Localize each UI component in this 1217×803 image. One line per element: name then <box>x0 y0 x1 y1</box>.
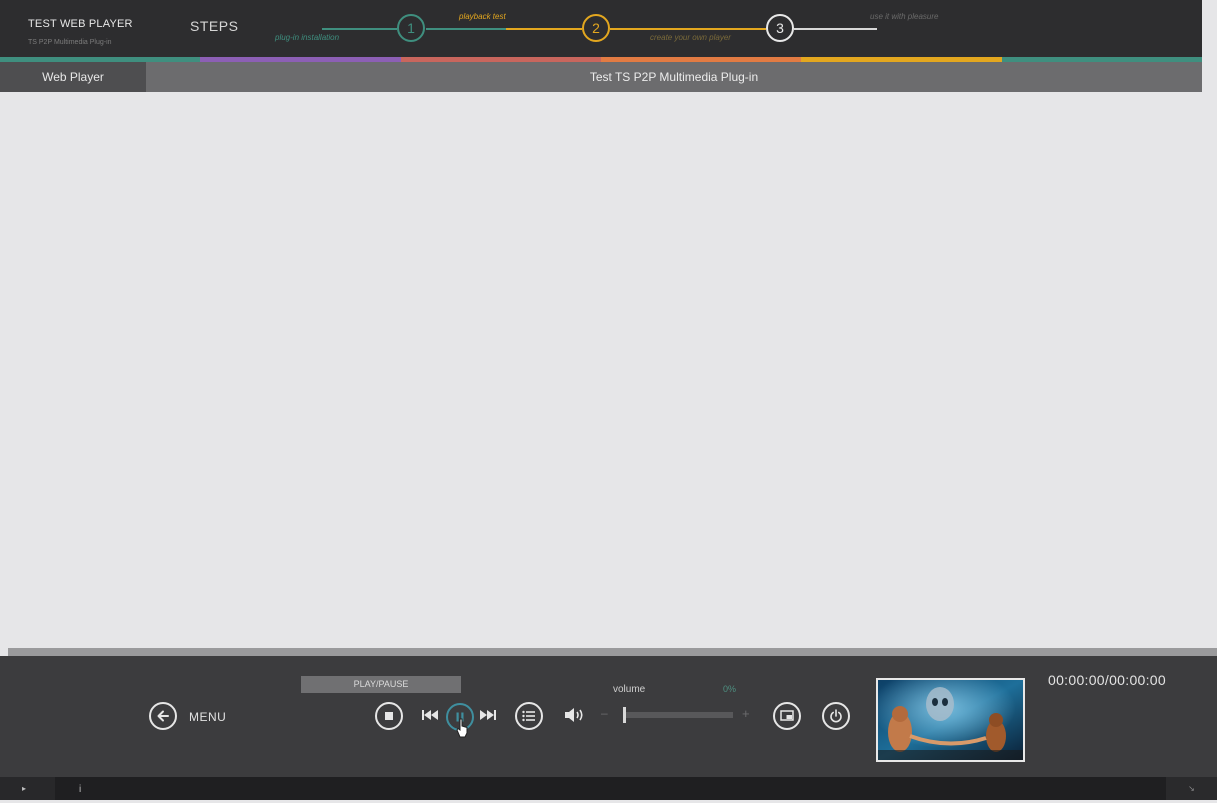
step-1-circle[interactable]: 1 <box>397 14 425 42</box>
time-display: 00:00:00/00:00:00 <box>1048 672 1166 688</box>
step-line-1-2b <box>506 28 582 30</box>
step-2-circle[interactable]: 2 <box>582 14 610 42</box>
page-title: Test TS P2P Multimedia Plug-in <box>589 70 759 84</box>
power-button[interactable] <box>822 702 850 730</box>
volume-down-button[interactable]: – <box>601 706 608 720</box>
brand-title: TEST WEB PLAYER <box>28 18 133 30</box>
mute-button[interactable] <box>564 707 586 723</box>
power-icon <box>830 709 842 723</box>
picture-in-picture-icon <box>780 710 794 721</box>
speaker-icon <box>565 708 583 722</box>
resize-handle-icon[interactable]: ↘ <box>1166 777 1217 800</box>
player-controls: MENU PLAY/PAUSE volume 0% – + 00:00:00/0… <box>0 656 1217 777</box>
volume-up-button[interactable]: + <box>742 706 750 721</box>
step-line-3 <box>794 28 877 30</box>
step-2-caption-secondary: create your own player <box>650 33 731 42</box>
tab-bar: Web Player Test TS P2P Multimedia Plug-i… <box>0 62 1202 92</box>
seek-bar[interactable] <box>8 648 1217 656</box>
step-line-2-3 <box>610 28 766 30</box>
step-line-1-2a <box>426 28 506 30</box>
stop-button[interactable] <box>375 702 403 730</box>
steps-label: STEPS <box>190 18 239 34</box>
mouse-cursor-icon <box>456 718 468 738</box>
status-bar: ▸ i ↘ <box>0 777 1217 800</box>
menu-button-label[interactable]: MENU <box>189 710 226 724</box>
play-pause-tooltip: PLAY/PAUSE <box>301 676 461 693</box>
info-icon[interactable]: i <box>79 777 81 803</box>
next-button[interactable] <box>480 710 496 720</box>
playlist-button[interactable] <box>515 702 543 730</box>
step-3-circle[interactable]: 3 <box>766 14 794 42</box>
thumbnail-image <box>878 680 1023 760</box>
video-thumbnail[interactable] <box>876 678 1025 762</box>
arrow-left-circle-icon <box>157 710 169 722</box>
skip-previous-icon <box>422 710 438 720</box>
playlist-icon <box>522 710 535 722</box>
picture-in-picture-button[interactable] <box>773 702 801 730</box>
skip-next-icon <box>480 710 496 720</box>
stop-icon <box>385 712 393 720</box>
step-1-caption: plug-in installation <box>275 33 340 42</box>
video-area[interactable] <box>0 92 1217 648</box>
previous-button[interactable] <box>422 710 438 720</box>
brand-subtitle: TS P2P Multimedia Plug-in <box>28 39 112 46</box>
volume-slider-track[interactable] <box>625 712 733 718</box>
volume-value: 0% <box>723 684 737 694</box>
back-button[interactable] <box>149 702 177 730</box>
volume-slider-handle[interactable] <box>623 707 626 723</box>
step-3-caption: use it with pleasure <box>870 12 939 21</box>
step-line-1 <box>322 28 397 30</box>
app-header: TEST WEB PLAYER TS P2P Multimedia Plug-i… <box>0 0 1202 57</box>
tab-web-player[interactable]: Web Player <box>0 62 146 92</box>
step-2-caption: playback test <box>459 12 506 21</box>
status-expand-button[interactable]: ▸ <box>0 777 55 800</box>
volume-label: volume <box>613 684 646 695</box>
